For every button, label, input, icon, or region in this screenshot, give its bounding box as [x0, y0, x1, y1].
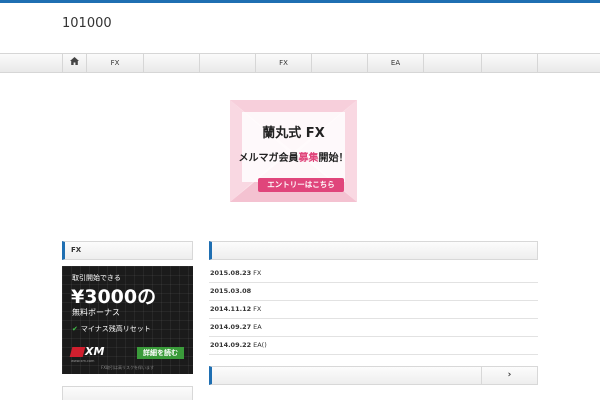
news-date: 2014.09.27 — [210, 323, 252, 331]
ad-feature-text: マイナス残高リセット — [80, 325, 151, 333]
nav-item-4[interactable]: FX — [255, 54, 311, 73]
news-pager: › — [209, 366, 538, 385]
banner-sub-prefix: メルマガ会員 — [238, 153, 299, 164]
nav-item-5[interactable] — [311, 54, 367, 73]
nav-item-8[interactable] — [481, 54, 538, 73]
news-date: 2015.03.08 — [210, 287, 252, 295]
news-title[interactable]: FX — [253, 305, 261, 313]
banner-sub-suffix: 開始！ — [318, 153, 349, 164]
xm-logo: XM — [69, 345, 117, 359]
home-icon — [70, 54, 79, 73]
nav-item-2[interactable] — [143, 54, 199, 73]
xm-logo-mark — [69, 347, 86, 357]
pager-next-button[interactable]: › — [481, 367, 537, 384]
xm-ad-banner[interactable]: 取引開始できる ¥3000の 無料ボーナス ✔ マイナス残高リセット XM www… — [62, 266, 193, 374]
entry-button[interactable]: エントリーはこちら — [258, 178, 344, 192]
page: 101000 FX FX EA 蘭丸式 FX メルマガ会員募集開始！ エントリー… — [0, 0, 600, 400]
ad-amount: ¥3000の — [71, 286, 157, 308]
banner-subtitle: メルマガ会員募集開始！ — [230, 149, 357, 164]
nav-item-7[interactable] — [423, 54, 481, 73]
news-title[interactable]: EA() — [253, 341, 267, 349]
global-nav: FX FX EA — [0, 53, 600, 73]
sidebar-widget-title-2 — [62, 386, 193, 400]
news-title[interactable]: FX — [253, 269, 261, 277]
top-accent-bar — [0, 0, 600, 3]
ad-url: www.xm.com — [71, 359, 95, 363]
news-date: 2014.11.12 — [210, 305, 252, 313]
mailmag-banner[interactable]: 蘭丸式 FX メルマガ会員募集開始！ エントリーはこちら — [230, 100, 357, 202]
news-item[interactable]: 2014.09.22 EA() — [209, 337, 538, 355]
nav-item-3-spacer[interactable] — [199, 54, 255, 73]
nav-home[interactable] — [62, 54, 86, 73]
xm-logo-text: XM — [85, 345, 105, 358]
banner-title: 蘭丸式 FX — [262, 126, 325, 141]
news-item[interactable]: 2014.11.12 FX — [209, 301, 538, 319]
ad-feature: ✔ マイナス残高リセット — [72, 324, 151, 334]
nav-item-1[interactable]: FX — [86, 54, 143, 73]
news-item[interactable]: 2014.09.27 EA — [209, 319, 538, 337]
news-item[interactable]: 2015.08.23 FX — [209, 265, 538, 283]
news-list: 2015.08.23 FX 2015.03.08 2014.11.12 FX 201… — [209, 265, 538, 355]
news-title[interactable]: EA — [253, 323, 262, 331]
news-date: 2014.09.22 — [210, 341, 252, 349]
ad-risk-note: FX取引は高リスクを伴います — [100, 365, 155, 370]
check-icon: ✔ — [72, 325, 78, 333]
news-date: 2015.08.23 — [210, 269, 252, 277]
ad-bonus: 無料ボーナス — [72, 308, 120, 317]
nav-item-6[interactable]: EA — [367, 54, 423, 73]
chevron-right-icon: › — [507, 370, 512, 380]
sidebar-widget-title: FX — [62, 241, 193, 260]
news-item[interactable]: 2015.03.08 — [209, 283, 538, 301]
ad-details-button[interactable]: 詳細を読む — [137, 347, 184, 359]
news-section-header — [209, 241, 538, 260]
banner-sub-highlight: 募集 — [298, 153, 319, 164]
site-title[interactable]: 101000 — [62, 16, 112, 31]
